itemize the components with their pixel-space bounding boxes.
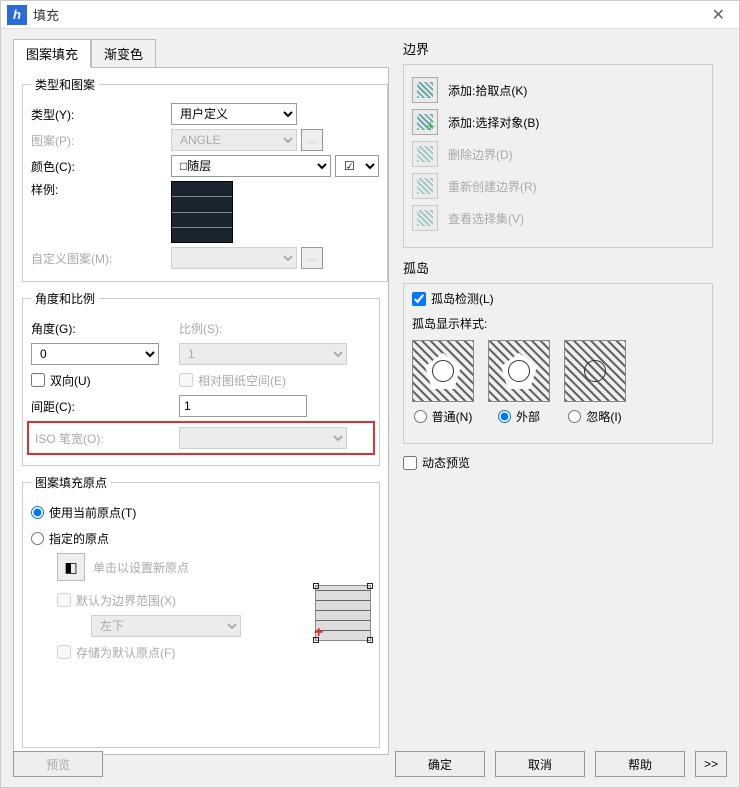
- default-extent-checkbox-wrapper: 默认为边界范围(X): [57, 592, 176, 609]
- origin-preview-swatch: +: [315, 585, 371, 641]
- titlebar: h 填充 ✕: [1, 1, 739, 29]
- island-detect-label: 孤岛检测(L): [431, 290, 494, 307]
- type-label: 类型(Y):: [31, 106, 171, 123]
- color-secondary-select[interactable]: ☑: [335, 155, 379, 177]
- island-style-label: 孤岛显示样式:: [412, 315, 704, 332]
- click-set-origin-label: 单击以设置新原点: [93, 559, 189, 576]
- tab-bar: 图案填充 渐变色: [13, 39, 389, 68]
- angle-label: 角度(G):: [31, 320, 179, 337]
- help-button[interactable]: 帮助: [595, 751, 685, 777]
- island-title: 孤岛: [403, 258, 713, 277]
- pick-points-icon[interactable]: [412, 77, 438, 103]
- double-checkbox-wrapper[interactable]: 双向(U): [31, 372, 179, 389]
- island-outer-preview[interactable]: [488, 340, 550, 402]
- color-select[interactable]: □随层: [171, 155, 331, 177]
- origin-specify-radio[interactable]: [31, 532, 44, 545]
- title-text: 填充: [33, 5, 706, 24]
- view-selection-button: 查看选择集(V): [448, 210, 524, 227]
- add-select-objects-button[interactable]: 添加:选择对象(B): [448, 114, 539, 131]
- default-extent-label: 默认为边界范围(X): [76, 592, 176, 609]
- preview-button: 预览: [13, 751, 103, 777]
- boundary-group: 边界 添加:拾取点(K) ＋ 添加:选择对象(B) 删除边界(D): [403, 39, 713, 248]
- island-outer-label: 外部: [516, 408, 540, 425]
- iso-pen-label: ISO 笔宽(O):: [35, 430, 179, 447]
- origin-specify-radio-wrapper[interactable]: 指定的原点: [31, 530, 109, 547]
- island-ignore-label: 忽略(I): [586, 408, 621, 425]
- set-origin-icon-button: ◧: [57, 553, 85, 581]
- origin-use-current-label: 使用当前原点(T): [49, 504, 136, 521]
- angle-scale-group: 角度和比例 角度(G): 比例(S): 0 1: [22, 290, 380, 466]
- recreate-boundary-icon: [412, 173, 438, 199]
- scale-label: 比例(S):: [179, 320, 222, 337]
- tab-gradient[interactable]: 渐变色: [91, 39, 156, 68]
- iso-pen-select: [179, 427, 347, 449]
- custom-pattern-label: 自定义图案(M):: [31, 250, 171, 267]
- custom-pattern-select: [171, 247, 297, 269]
- corner-select: 左下: [91, 615, 241, 637]
- island-normal-preview[interactable]: [412, 340, 474, 402]
- origin-use-current-radio[interactable]: [31, 506, 44, 519]
- add-pick-points-button[interactable]: 添加:拾取点(K): [448, 82, 527, 99]
- sample-swatch[interactable]: [171, 181, 233, 243]
- delete-boundary-icon: [412, 141, 438, 167]
- dynamic-preview-checkbox-wrapper[interactable]: 动态预览: [403, 454, 713, 471]
- sample-label: 样例:: [31, 181, 171, 198]
- origin-legend: 图案填充原点: [31, 474, 111, 491]
- pattern-label: 图案(P):: [31, 132, 171, 149]
- default-extent-checkbox: [57, 593, 71, 607]
- scale-select: 1: [179, 343, 347, 365]
- tab-panel: 类型和图案 类型(Y): 用户定义 图案(P): ANGLE ...: [13, 67, 389, 755]
- dialog: h 填充 ✕ 图案填充 渐变色 类型和图案 类型(Y): 用户定义: [0, 0, 740, 788]
- store-default-checkbox-wrapper: 存储为默认原点(F): [57, 644, 175, 661]
- angle-select[interactable]: 0: [31, 343, 159, 365]
- store-default-label: 存储为默认原点(F): [76, 644, 175, 661]
- origin-group: 图案填充原点 使用当前原点(T) 指定的原点: [22, 474, 380, 748]
- type-select[interactable]: 用户定义: [171, 103, 297, 125]
- select-objects-icon[interactable]: ＋: [412, 109, 438, 135]
- origin-use-current-radio-wrapper[interactable]: 使用当前原点(T): [31, 504, 136, 521]
- island-normal-label: 普通(N): [432, 408, 473, 425]
- pattern-browse-button: ...: [301, 129, 323, 151]
- dynamic-preview-checkbox[interactable]: [403, 456, 417, 470]
- type-pattern-group: 类型和图案 类型(Y): 用户定义 图案(P): ANGLE ...: [22, 76, 388, 282]
- pattern-select: ANGLE: [171, 129, 297, 151]
- island-outer-radio-wrapper[interactable]: 外部: [498, 408, 540, 425]
- island-normal-radio[interactable]: [414, 410, 427, 423]
- more-button[interactable]: >>: [695, 751, 727, 777]
- app-icon: h: [7, 5, 27, 25]
- iso-highlight-box: ISO 笔宽(O):: [27, 421, 375, 455]
- paperspace-label: 相对图纸空间(E): [198, 372, 286, 389]
- dynamic-preview-label: 动态预览: [422, 454, 470, 471]
- island-detect-checkbox-wrapper[interactable]: 孤岛检测(L): [412, 290, 704, 307]
- boundary-title: 边界: [403, 39, 713, 58]
- island-outer-radio[interactable]: [498, 410, 511, 423]
- type-pattern-legend: 类型和图案: [31, 76, 99, 93]
- island-ignore-radio[interactable]: [568, 410, 581, 423]
- recreate-boundary-button: 重新创建边界(R): [448, 178, 537, 195]
- paperspace-checkbox: [179, 373, 193, 387]
- island-ignore-radio-wrapper[interactable]: 忽略(I): [568, 408, 621, 425]
- double-checkbox[interactable]: [31, 373, 45, 387]
- custom-browse-button: ...: [301, 247, 323, 269]
- color-label: 颜色(C):: [31, 158, 171, 175]
- island-normal-radio-wrapper[interactable]: 普通(N): [414, 408, 473, 425]
- view-selection-icon: [412, 205, 438, 231]
- cancel-button[interactable]: 取消: [495, 751, 585, 777]
- origin-specify-label: 指定的原点: [49, 530, 109, 547]
- close-button[interactable]: ✕: [706, 3, 731, 27]
- island-group: 孤岛 孤岛检测(L) 孤岛显示样式:: [403, 258, 713, 444]
- angle-scale-legend: 角度和比例: [31, 290, 99, 307]
- tab-pattern-fill[interactable]: 图案填充: [13, 39, 91, 68]
- ok-button[interactable]: 确定: [395, 751, 485, 777]
- paperspace-checkbox-wrapper: 相对图纸空间(E): [179, 372, 286, 389]
- island-ignore-preview[interactable]: [564, 340, 626, 402]
- double-label: 双向(U): [50, 372, 91, 389]
- island-detect-checkbox[interactable]: [412, 292, 426, 306]
- delete-boundary-button: 删除边界(D): [448, 146, 513, 163]
- spacing-input[interactable]: [179, 395, 307, 417]
- spacing-label: 间距(C):: [31, 398, 179, 415]
- store-default-checkbox: [57, 645, 71, 659]
